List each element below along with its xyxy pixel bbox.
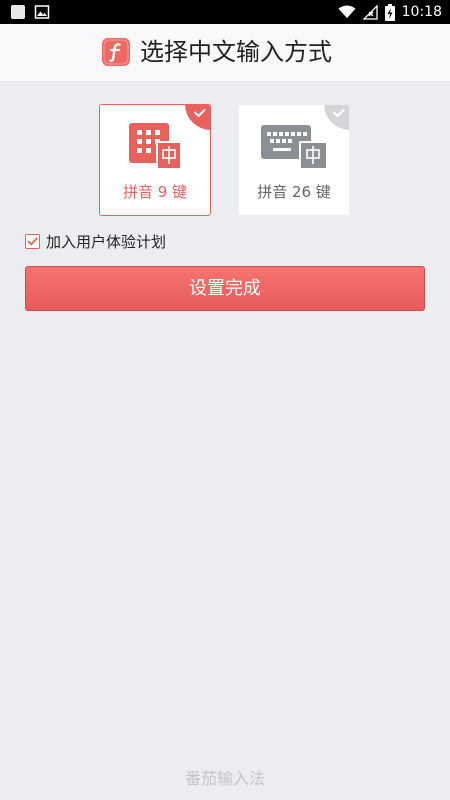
ux-plan-checkbox-row[interactable]: 加入用户体验计划 [25,231,166,251]
status-bar-clock: 10:18 [401,4,442,20]
status-bar-system: 10:18 [338,0,442,24]
ux-plan-label: 加入用户体验计划 [46,232,167,251]
keyboard-option-pinyin-9[interactable]: 拼音 9 键 [99,104,211,216]
checkmark-icon [27,237,38,245]
qwerty-keyboard-icon [261,123,327,169]
wifi-icon [338,5,356,19]
title-bar: 选择中文输入方式 [0,24,450,82]
status-bar-notifications [10,4,50,20]
t9-keypad-icon [129,123,181,169]
unselected-check-icon [324,105,349,130]
keyboard-option-pinyin-26[interactable]: 拼音 26 键 [238,104,350,216]
keyboard-option-label: 拼音 9 键 [122,183,188,201]
selected-check-icon [185,105,210,130]
app-notification-icon [10,4,26,20]
no-signal-icon [362,4,378,20]
image-notification-icon [34,4,50,20]
battery-charging-icon [384,3,395,21]
page-title: 选择中文输入方式 [140,38,332,66]
ux-plan-checkbox[interactable] [25,233,40,249]
keyboard-option-label: 拼音 26 键 [257,183,331,201]
footer-brand: 番茄输入法 [184,769,265,788]
done-button[interactable]: 设置完成 [25,266,425,311]
status-bar: 10:18 [0,0,450,24]
sogou-f-logo-icon [102,38,130,66]
